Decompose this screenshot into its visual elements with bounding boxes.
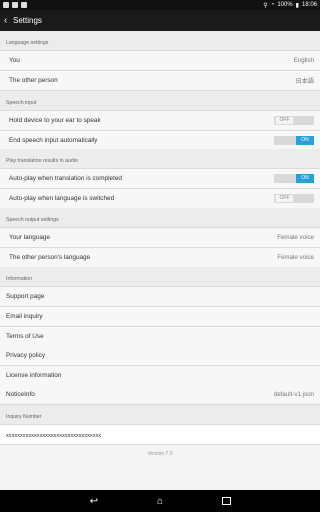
wifi-icon: ◔: [270, 2, 275, 8]
link-privacy-policy[interactable]: Privacy policy: [0, 346, 320, 366]
section-header-audio: Play translation results in audio: [0, 149, 320, 169]
section-header-language: Language settings: [0, 31, 320, 51]
setting-value: default-v1.json: [273, 391, 314, 398]
hold-to-ear-toggle[interactable]: OFF: [274, 116, 314, 125]
setting-you-language[interactable]: You English: [0, 51, 320, 71]
setting-label: Your language: [9, 234, 50, 241]
location-icon: ⚲: [263, 2, 268, 9]
link-support-page[interactable]: Support page: [0, 287, 320, 307]
toggle-state: OFF: [276, 195, 293, 202]
toggle-state: ON: [296, 136, 314, 145]
autoplay-complete-toggle[interactable]: ON: [274, 174, 314, 183]
status-bar: ⚲ ◔ 100% ▮ 18:06: [0, 0, 320, 10]
home-icon[interactable]: ⌂: [152, 494, 168, 508]
setting-label: Privacy policy: [6, 352, 46, 359]
section-header-inquiry-number: Inquiry Number: [0, 405, 320, 425]
setting-label: Terms of Use: [6, 333, 44, 340]
battery-level: 100%: [277, 2, 293, 8]
setting-your-language-voice[interactable]: Your language Female voice: [0, 228, 320, 248]
setting-autoplay-switch[interactable]: Auto-play when language is switched OFF: [0, 189, 320, 209]
setting-label: The other person: [9, 77, 58, 84]
setting-other-language[interactable]: The other person 日本語: [0, 71, 320, 91]
end-speech-auto-toggle[interactable]: ON: [274, 136, 314, 145]
setting-autoplay-complete[interactable]: Auto-play when translation is completed …: [0, 169, 320, 189]
setting-label: The other person's language: [9, 254, 91, 261]
toggle-state: OFF: [276, 117, 293, 124]
setting-label: Auto-play when translation is completed: [9, 175, 122, 182]
setting-value: Female voice: [277, 234, 314, 241]
section-header-information: Information: [0, 267, 320, 287]
setting-label: Support page: [6, 293, 45, 300]
settings-list[interactable]: Language settings You English The other …: [0, 31, 320, 490]
chevron-left-icon[interactable]: ‹: [4, 15, 10, 26]
setting-value: English: [293, 57, 314, 64]
inquiry-number: xxxxxxxxxxxxxxxxxxxxxxxxxxxxxxxxxx: [0, 425, 320, 445]
notification-icon: [3, 2, 9, 8]
autoplay-switch-toggle[interactable]: OFF: [274, 194, 314, 203]
setting-end-speech-auto[interactable]: End speech input automatically ON: [0, 131, 320, 151]
setting-label: You: [9, 57, 20, 64]
link-terms-of-use[interactable]: Terms of Use: [0, 327, 320, 347]
recent-apps-icon[interactable]: [218, 494, 234, 508]
setting-label: Email inquiry: [6, 313, 43, 320]
link-license-information[interactable]: License information: [0, 366, 320, 386]
link-email-inquiry[interactable]: Email inquiry: [0, 307, 320, 327]
toggle-state: ON: [296, 174, 314, 183]
status-time: 18:06: [301, 2, 317, 8]
setting-hold-to-ear[interactable]: Hold device to your ear to speak OFF: [0, 111, 320, 131]
setting-label: License information: [6, 372, 62, 379]
page-title: Settings: [13, 16, 42, 25]
app-bar: ‹ Settings: [0, 10, 320, 31]
setting-label: End speech input automatically: [9, 137, 98, 144]
setting-label: NoticeInfo: [6, 391, 35, 398]
gallery-icon: [12, 2, 18, 8]
setting-value: 日本語: [295, 78, 314, 85]
back-arrow-icon[interactable]: ↩: [86, 494, 102, 508]
setting-notice-info[interactable]: NoticeInfo default-v1.json: [0, 385, 320, 405]
setting-value: Female voice: [277, 254, 314, 261]
setting-label: Auto-play when language is switched: [9, 195, 115, 202]
battery-icon: ▮: [295, 2, 299, 9]
setting-label: Hold device to your ear to speak: [9, 117, 101, 124]
section-header-speech-input: Speech input: [0, 91, 320, 111]
system-nav-bar: ↩ ⌂: [0, 490, 320, 512]
usb-icon: [21, 2, 27, 8]
section-header-speech-output: Speech output settings: [0, 208, 320, 228]
version-label: Version 7.0: [147, 451, 173, 457]
setting-other-language-voice[interactable]: The other person's language Female voice: [0, 248, 320, 268]
